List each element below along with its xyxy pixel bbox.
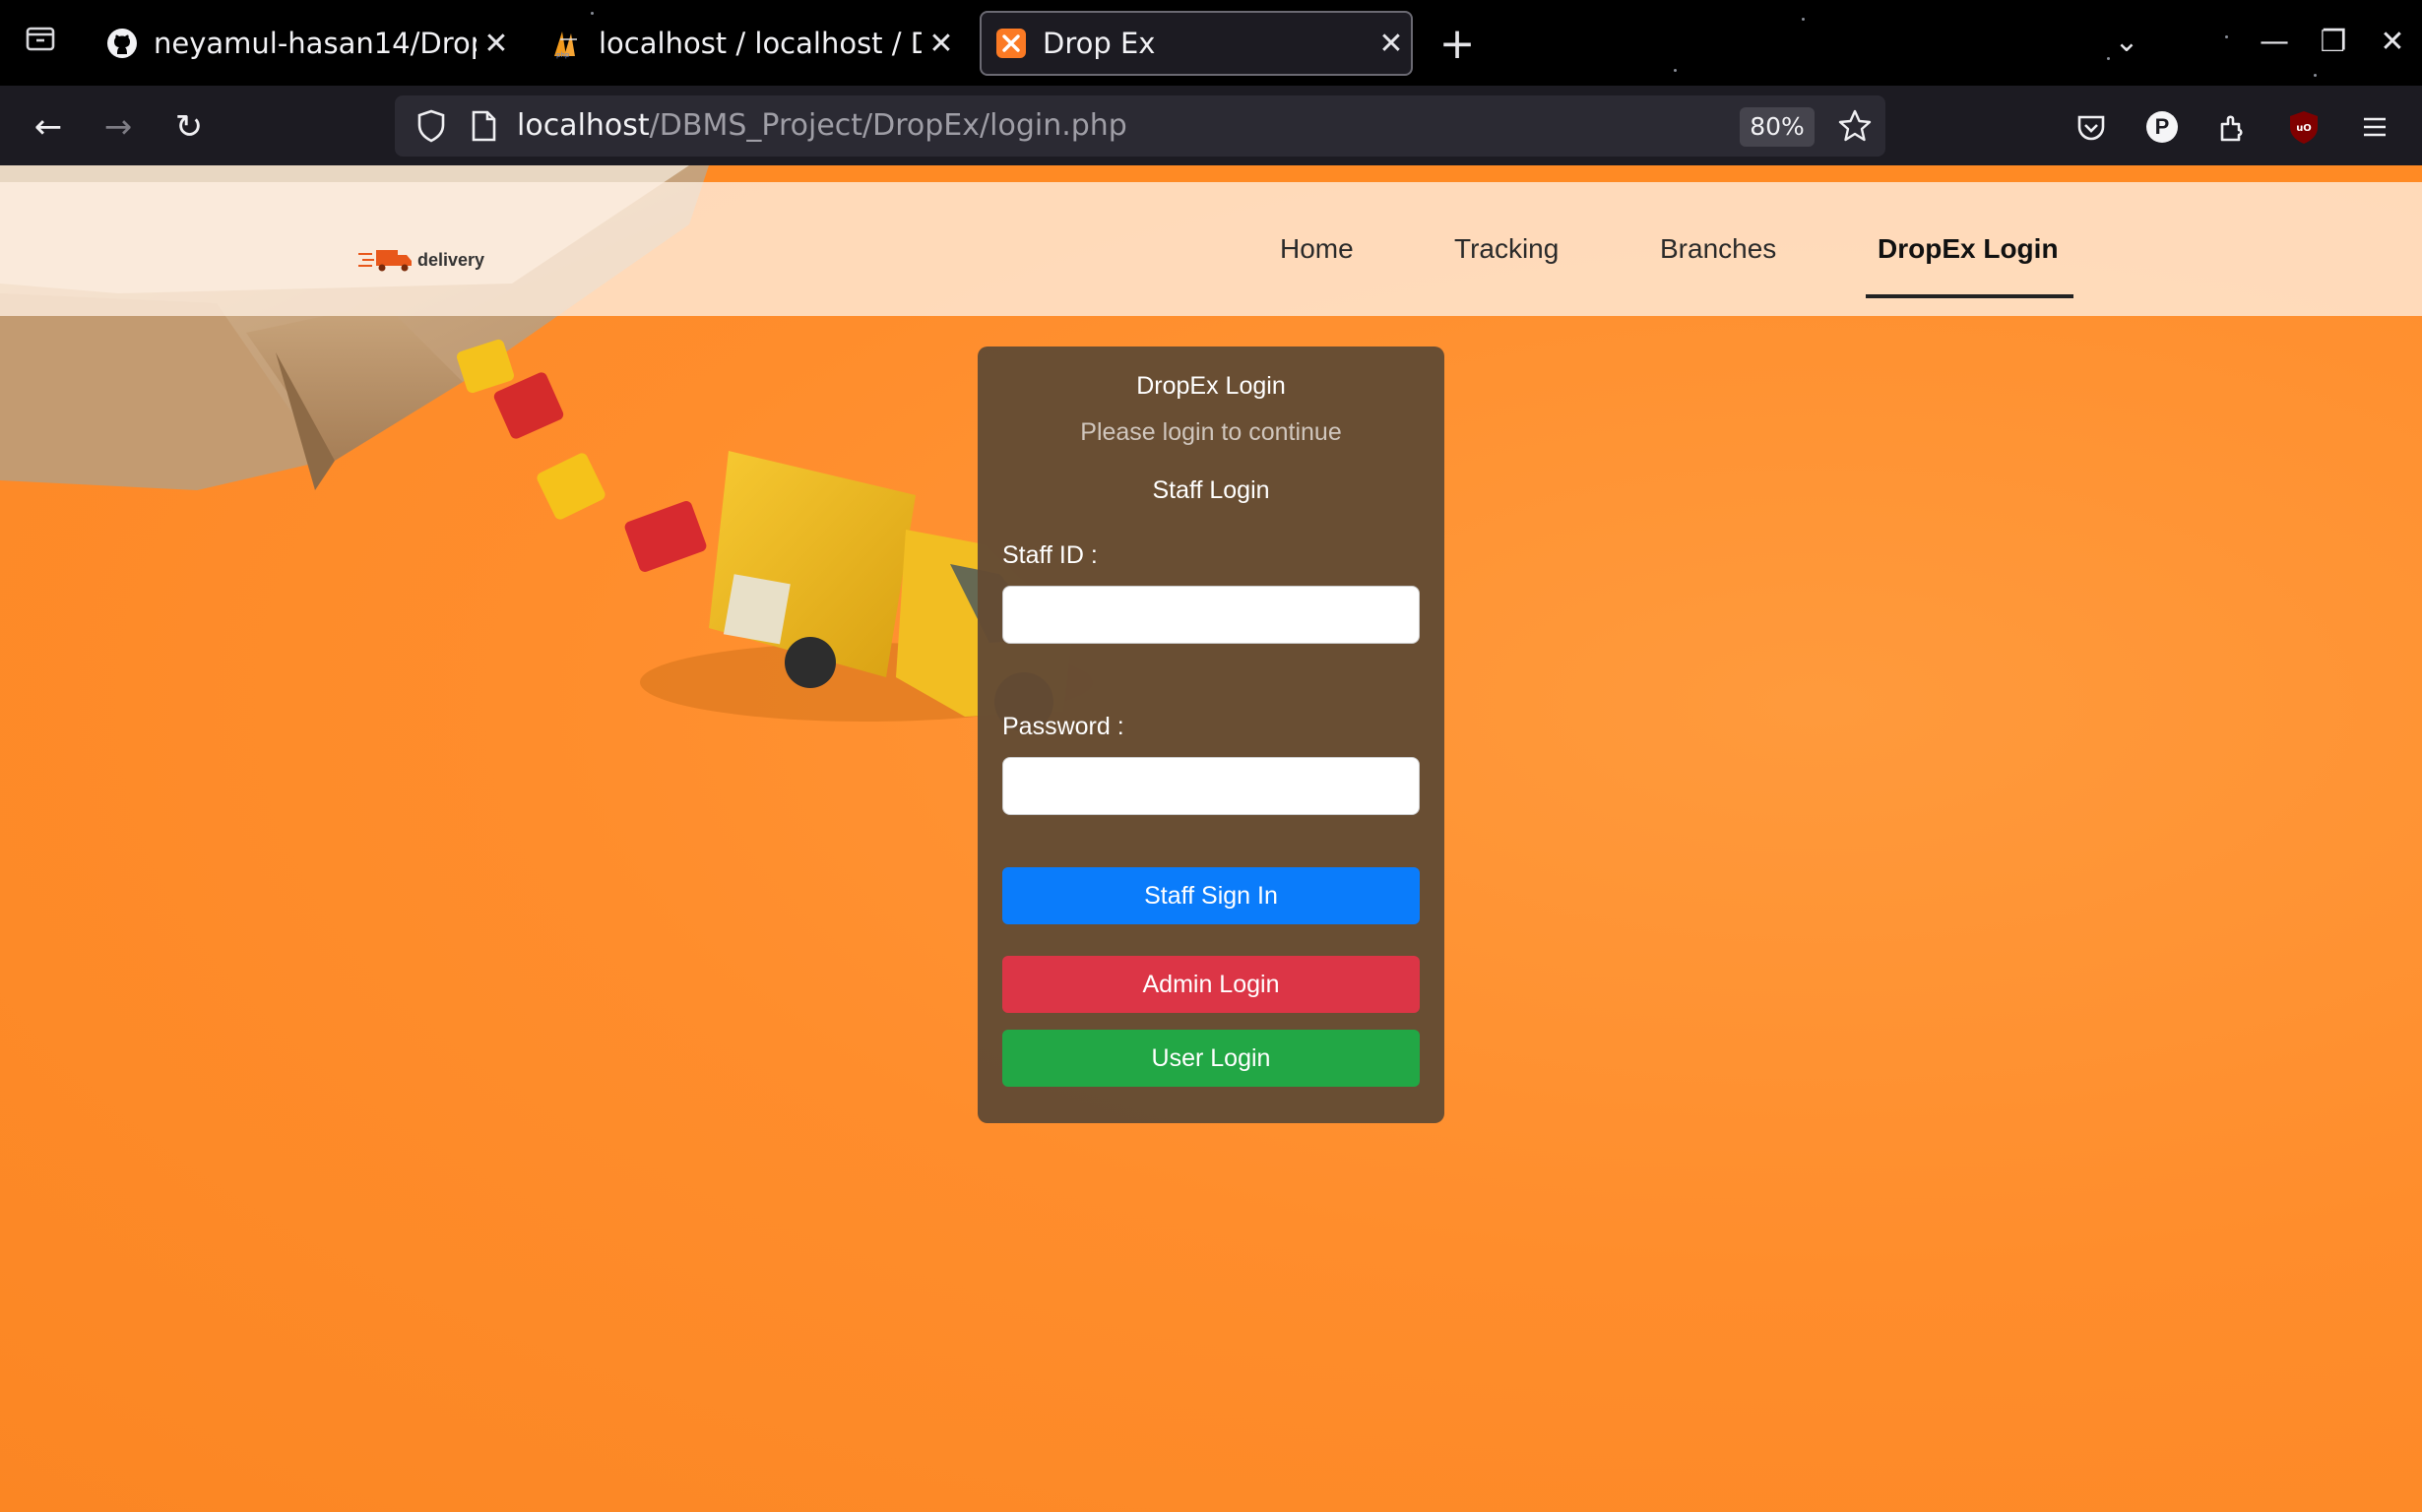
staff-sign-in-button[interactable]: Staff Sign In bbox=[1002, 867, 1420, 924]
address-bar[interactable]: localhost/DBMS_Project/DropEx/login.php … bbox=[395, 95, 1885, 157]
delivery-truck-icon bbox=[358, 250, 412, 272]
zoom-level[interactable]: 80% bbox=[1740, 107, 1815, 147]
password-input[interactable] bbox=[1002, 757, 1420, 815]
login-section-title: Staff Login bbox=[1152, 476, 1270, 504]
url-text[interactable]: localhost/DBMS_Project/DropEx/login.php bbox=[517, 108, 1127, 143]
profile-letter: P bbox=[2154, 114, 2170, 139]
new-tab-button[interactable]: + bbox=[1433, 22, 1482, 67]
reload-icon[interactable]: ↻ bbox=[164, 102, 214, 152]
nav-tracking-link[interactable]: Tracking bbox=[1454, 182, 1559, 316]
tab-title: localhost / localhost / DropEx bbox=[599, 27, 922, 60]
forward-icon[interactable]: → bbox=[94, 102, 143, 152]
tab-github[interactable]: neyamul-hasan14/DropEx ✕ bbox=[95, 11, 516, 76]
tab-drop-ex-active[interactable]: Drop Ex ✕ bbox=[980, 11, 1413, 76]
web-page: delivery Home Tracking Branches DropEx L… bbox=[0, 165, 2422, 1512]
login-card: DropEx Login Please login to continue St… bbox=[978, 346, 1444, 1123]
tab-title: neyamul-hasan14/DropEx bbox=[154, 27, 477, 60]
admin-login-button[interactable]: Admin Login bbox=[1002, 956, 1420, 1013]
nav-branches-link[interactable]: Branches bbox=[1660, 182, 1776, 316]
svg-text:uO: uO bbox=[2296, 123, 2312, 134]
shield-icon[interactable] bbox=[409, 103, 454, 149]
github-icon bbox=[106, 28, 138, 59]
menu-hamburger-icon[interactable] bbox=[2353, 105, 2396, 149]
tray-icon bbox=[26, 27, 55, 51]
browser-nav-bar: ← → ↻ localhost/DBMS_Project/DropEx/logi… bbox=[0, 86, 2422, 165]
close-icon[interactable]: ✕ bbox=[477, 27, 516, 61]
nav-home-link[interactable]: Home bbox=[1280, 182, 1354, 316]
back-icon[interactable]: ← bbox=[24, 102, 73, 152]
browser-tab-bar: neyamul-hasan14/DropEx ✕ php localhost /… bbox=[0, 0, 2422, 86]
login-card-subtitle: Please login to continue bbox=[1080, 418, 1342, 446]
url-host: localhost bbox=[517, 108, 650, 143]
phpmyadmin-icon: php bbox=[551, 28, 583, 59]
svg-text:php: php bbox=[556, 51, 570, 59]
tab-phpmyadmin[interactable]: php localhost / localhost / DropEx ✕ bbox=[540, 11, 961, 76]
tab-overview-icon[interactable] bbox=[18, 22, 63, 67]
ublock-icon[interactable]: uO bbox=[2282, 105, 2326, 149]
staff-id-label: Staff ID : bbox=[1002, 541, 1098, 569]
tab-title: Drop Ex bbox=[1043, 27, 1156, 60]
site-header: delivery Home Tracking Branches DropEx L… bbox=[0, 182, 2422, 316]
password-label: Password : bbox=[1002, 713, 1124, 740]
window-close-icon[interactable]: ✕ bbox=[2368, 20, 2417, 65]
page-icon[interactable] bbox=[464, 103, 503, 149]
tab-list-chevron-icon[interactable]: ⌄ bbox=[2102, 20, 2151, 65]
close-icon[interactable]: ✕ bbox=[1371, 27, 1411, 61]
site-logo[interactable]: delivery bbox=[358, 246, 484, 274]
staff-id-input[interactable] bbox=[1002, 586, 1420, 644]
profile-avatar[interactable]: P bbox=[2140, 105, 2184, 149]
active-nav-underline bbox=[1866, 294, 2073, 298]
pocket-icon[interactable] bbox=[2070, 105, 2113, 149]
user-login-button[interactable]: User Login bbox=[1002, 1030, 1420, 1087]
close-icon[interactable]: ✕ bbox=[922, 27, 961, 61]
xampp-icon bbox=[995, 28, 1027, 59]
bookmark-star-icon[interactable] bbox=[1832, 103, 1878, 149]
extensions-icon[interactable] bbox=[2211, 105, 2255, 149]
url-path: /DBMS_Project/DropEx/login.php bbox=[649, 108, 1127, 143]
minimize-icon[interactable]: — bbox=[2250, 20, 2299, 65]
login-card-title: DropEx Login bbox=[1136, 372, 1286, 400]
logo-text: delivery bbox=[417, 249, 485, 270]
restore-icon[interactable]: ❐ bbox=[2309, 20, 2358, 65]
